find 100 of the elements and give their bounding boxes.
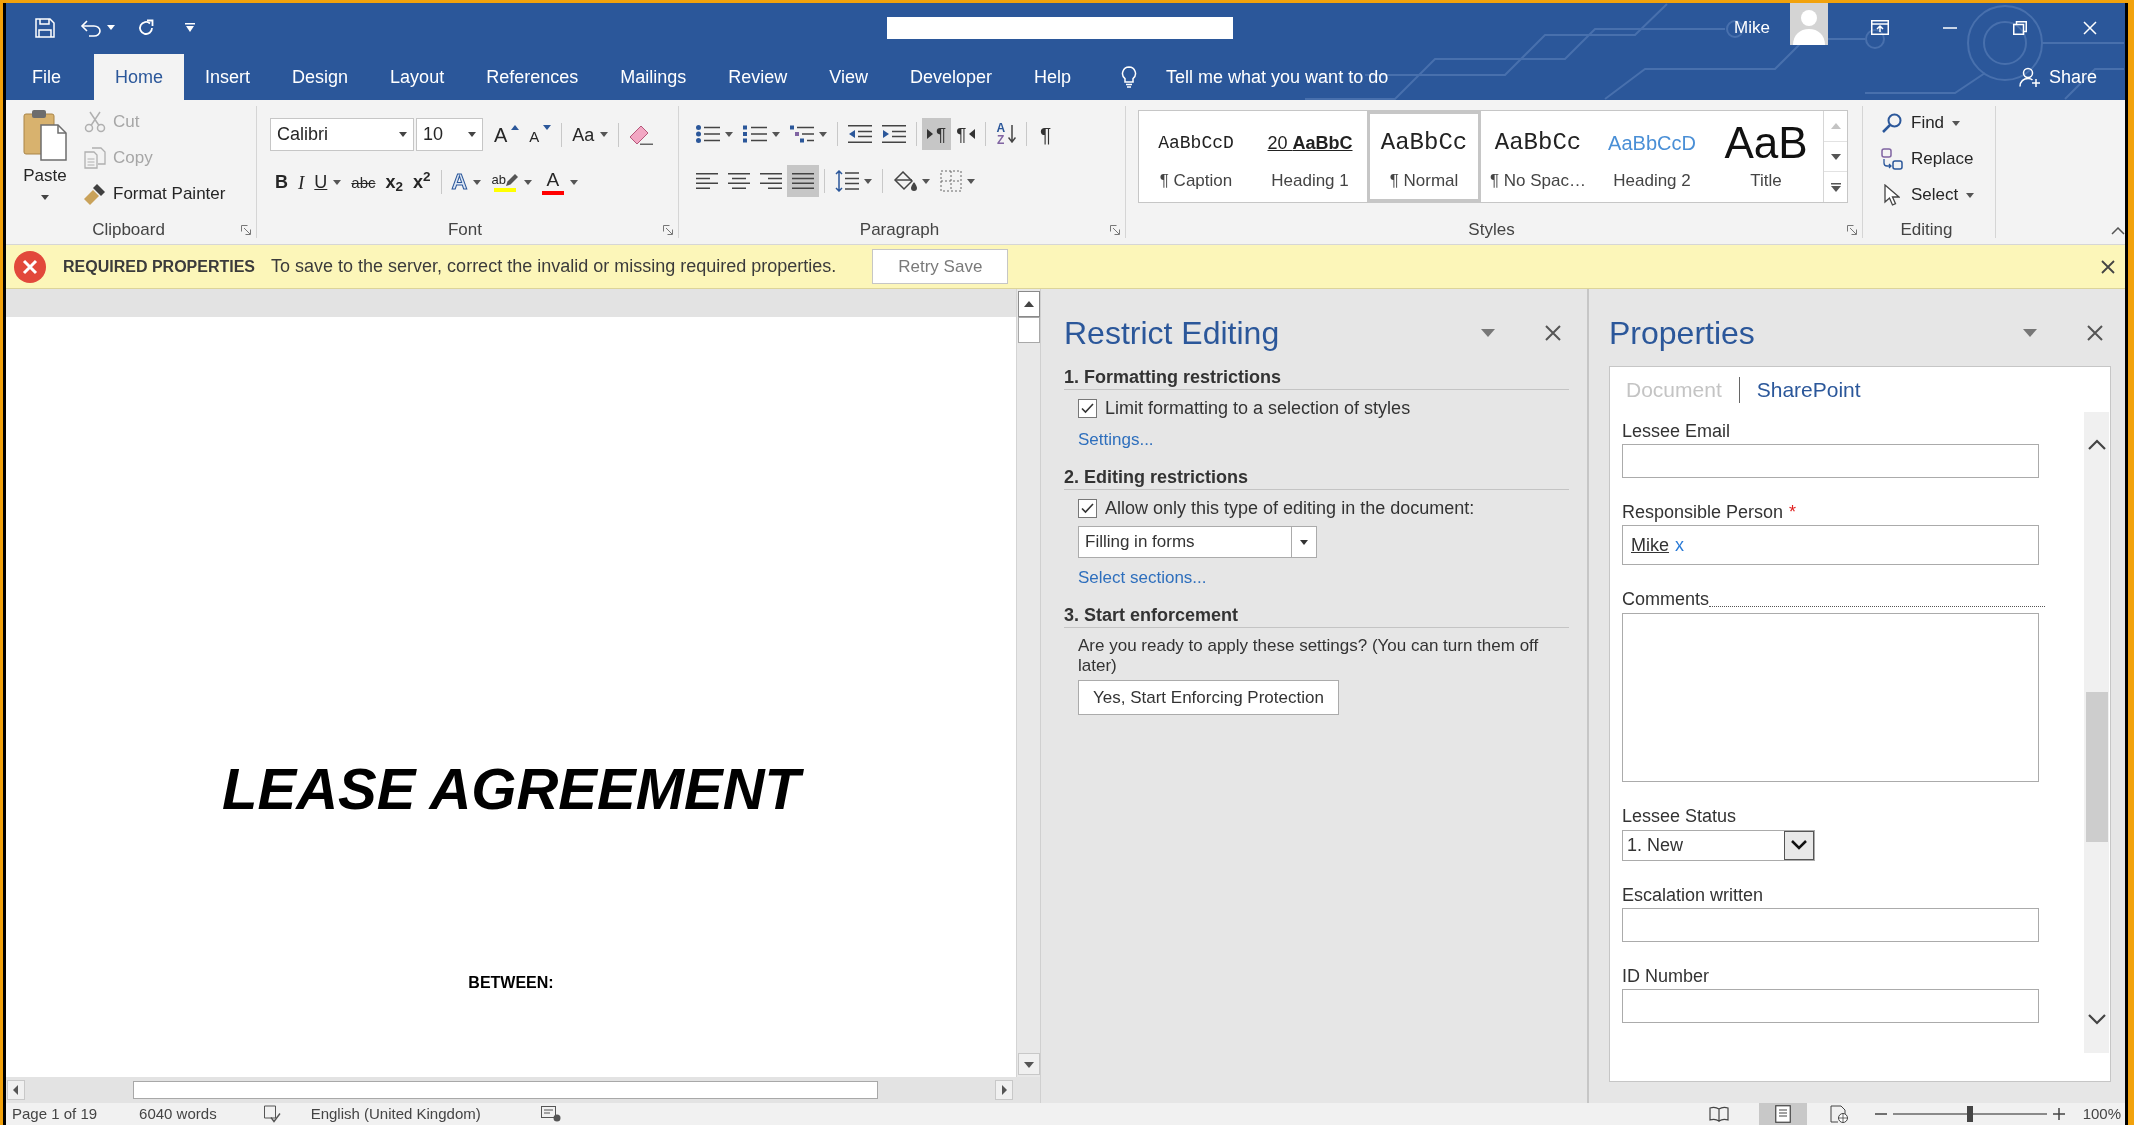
font-color-button[interactable]: A xyxy=(536,166,583,198)
style-gallery-item[interactable]: AaBbCc ¶ Normal xyxy=(1367,111,1481,202)
checkbox-label: Limit formatting to a selection of styles xyxy=(1105,396,1411,420)
close-icon[interactable] xyxy=(2101,259,2115,274)
person-name[interactable]: Mike xyxy=(1631,531,1669,559)
scrollbar-thumb[interactable] xyxy=(2085,692,2108,842)
slider-thumb[interactable] xyxy=(1966,1106,1973,1122)
style-gallery-item[interactable]: AaBbCc ¶ No Spac… xyxy=(1481,111,1595,202)
ribbon-tab[interactable]: Layout xyxy=(369,54,466,100)
justify-button[interactable] xyxy=(787,165,819,197)
retry-save-button[interactable]: Retry Save xyxy=(872,249,1009,284)
caret-icon[interactable] xyxy=(185,23,195,32)
enforce-protection-button[interactable]: Yes, Start Enforcing Protection xyxy=(1078,680,1339,715)
restore-icon[interactable] xyxy=(2013,20,2027,35)
change-case-button[interactable]: Aa xyxy=(567,118,614,151)
underline-button[interactable]: U xyxy=(309,166,347,198)
style-gallery-item[interactable]: AaB Title xyxy=(1709,111,1823,202)
ribbon-tab[interactable]: Design xyxy=(271,54,370,100)
dialog-launcher-icon[interactable] xyxy=(663,224,673,235)
macro-recording-icon[interactable] xyxy=(540,1106,561,1122)
format-painter-button[interactable]: Format Painter xyxy=(84,176,226,212)
ribbon-tab[interactable]: Insert xyxy=(184,54,272,100)
highlight-button[interactable]: ab xyxy=(486,166,537,198)
plus-icon[interactable] xyxy=(2052,1108,2065,1120)
save-icon[interactable] xyxy=(35,17,55,38)
language-status[interactable]: English (United Kingdom) xyxy=(310,1102,481,1125)
scrollbar-thumb[interactable] xyxy=(133,1081,878,1099)
ribbon-tab[interactable]: Help xyxy=(1013,54,1093,100)
word-count[interactable]: 6040 words xyxy=(139,1102,217,1125)
chevron-up-icon[interactable] xyxy=(2111,227,2125,235)
ribbon-tab[interactable]: References xyxy=(465,54,600,100)
lightbulb-icon[interactable] xyxy=(1121,66,1138,88)
replace-button[interactable]: Replace xyxy=(1863,141,1995,177)
style-gallery-item[interactable]: AaBbCcD ¶ Caption xyxy=(1139,111,1253,202)
share-button[interactable]: Share xyxy=(2018,63,2097,91)
ribbon-tab[interactable]: Mailings xyxy=(599,54,708,100)
more-styles-icon[interactable] xyxy=(1830,182,1841,192)
minus-icon[interactable] xyxy=(1874,1113,1887,1115)
text-link[interactable]: Settings... xyxy=(1078,428,1154,452)
shrink-font-button[interactable]: A xyxy=(524,118,557,151)
panel-tab[interactable]: SharePoint xyxy=(1756,374,1861,406)
find-button[interactable]: Find xyxy=(1863,105,1995,141)
user-name[interactable]: Mike xyxy=(1734,14,1770,41)
text-field[interactable] xyxy=(1622,989,2039,1023)
undo-icon[interactable] xyxy=(80,18,101,37)
minimize-icon[interactable] xyxy=(1943,26,1957,29)
style-gallery-item[interactable]: AaBbCcD Heading 2 xyxy=(1595,111,1709,202)
style-gallery-item[interactable]: 20 AaBbC Heading 1 xyxy=(1253,111,1367,202)
status-dropdown[interactable]: 1. New xyxy=(1622,830,1815,861)
font-name-field[interactable]: Calibri xyxy=(270,118,414,151)
font-size-field[interactable]: 10 xyxy=(416,118,483,151)
grow-font-button[interactable]: A xyxy=(489,118,525,151)
person-plus-icon xyxy=(2018,67,2041,87)
superscript-button[interactable]: x$^{2}$ xyxy=(408,166,436,198)
open-book-icon xyxy=(1708,1106,1729,1122)
checkbox[interactable] xyxy=(1078,398,1097,418)
text-field[interactable] xyxy=(1622,444,2039,478)
right-to-left-button[interactable]: ¶ xyxy=(951,118,981,150)
ribbon-tab[interactable]: View xyxy=(808,54,889,100)
chevron-up-icon[interactable] xyxy=(2087,439,2106,450)
sort-button[interactable]: A Z xyxy=(991,118,1022,150)
italic-button[interactable]: I xyxy=(293,166,310,198)
ribbon-tab[interactable]: File xyxy=(11,54,82,100)
caret-icon[interactable] xyxy=(2023,329,2037,337)
zoom-level[interactable]: 100% xyxy=(2082,1102,2121,1125)
dialog-launcher-icon[interactable] xyxy=(1110,224,1120,235)
text-link[interactable]: Select sections... xyxy=(1078,566,1207,590)
strikethrough-button[interactable]: abc xyxy=(346,166,381,198)
show-marks-button[interactable]: ¶ xyxy=(1032,118,1060,150)
chevron-down-icon[interactable] xyxy=(2087,1014,2106,1025)
people-picker-field[interactable]: Mike x xyxy=(1622,525,2039,565)
dialog-launcher-icon[interactable] xyxy=(241,224,251,235)
select-button[interactable]: Select xyxy=(1863,177,1995,213)
proofing-icon[interactable] xyxy=(262,1105,281,1123)
tell-me-field[interactable]: Tell me what you want to do xyxy=(1166,63,1429,91)
checkbox[interactable] xyxy=(1078,498,1097,518)
clipboard-icon xyxy=(23,109,67,161)
text-field[interactable] xyxy=(1622,908,2039,942)
scrollbar-thumb[interactable] xyxy=(1017,317,1040,343)
align-left-icon xyxy=(696,173,718,189)
subscript-button[interactable]: x$_{2}$ xyxy=(380,166,409,198)
triangle-down-icon[interactable] xyxy=(1830,153,1841,160)
close-icon[interactable] xyxy=(2087,325,2103,341)
field-label: Responsible Person xyxy=(1622,501,1784,524)
dialog-launcher-icon[interactable] xyxy=(1847,224,1857,235)
paste-button[interactable]: Paste xyxy=(14,109,76,209)
ribbon-tab[interactable]: Review xyxy=(707,54,809,100)
print-layout-button[interactable] xyxy=(1758,1103,1807,1125)
remove-person-link[interactable]: x xyxy=(1675,531,1684,559)
caret-icon[interactable] xyxy=(1481,329,1495,337)
ribbon-tab[interactable]: Developer xyxy=(888,54,1013,100)
ribbon-display-options-icon[interactable] xyxy=(1871,20,1889,35)
ribbon-tab[interactable]: Home xyxy=(94,54,185,100)
close-icon[interactable] xyxy=(1545,325,1561,341)
page-count[interactable]: Page 1 of 19 xyxy=(12,1102,98,1125)
left-to-right-button[interactable]: ¶ xyxy=(922,118,952,150)
editing-type-dropdown[interactable]: Filling in forms xyxy=(1078,526,1317,558)
bold-button[interactable]: B xyxy=(270,166,293,198)
redo-icon[interactable] xyxy=(137,18,155,37)
textarea-field[interactable] xyxy=(1622,613,2039,782)
